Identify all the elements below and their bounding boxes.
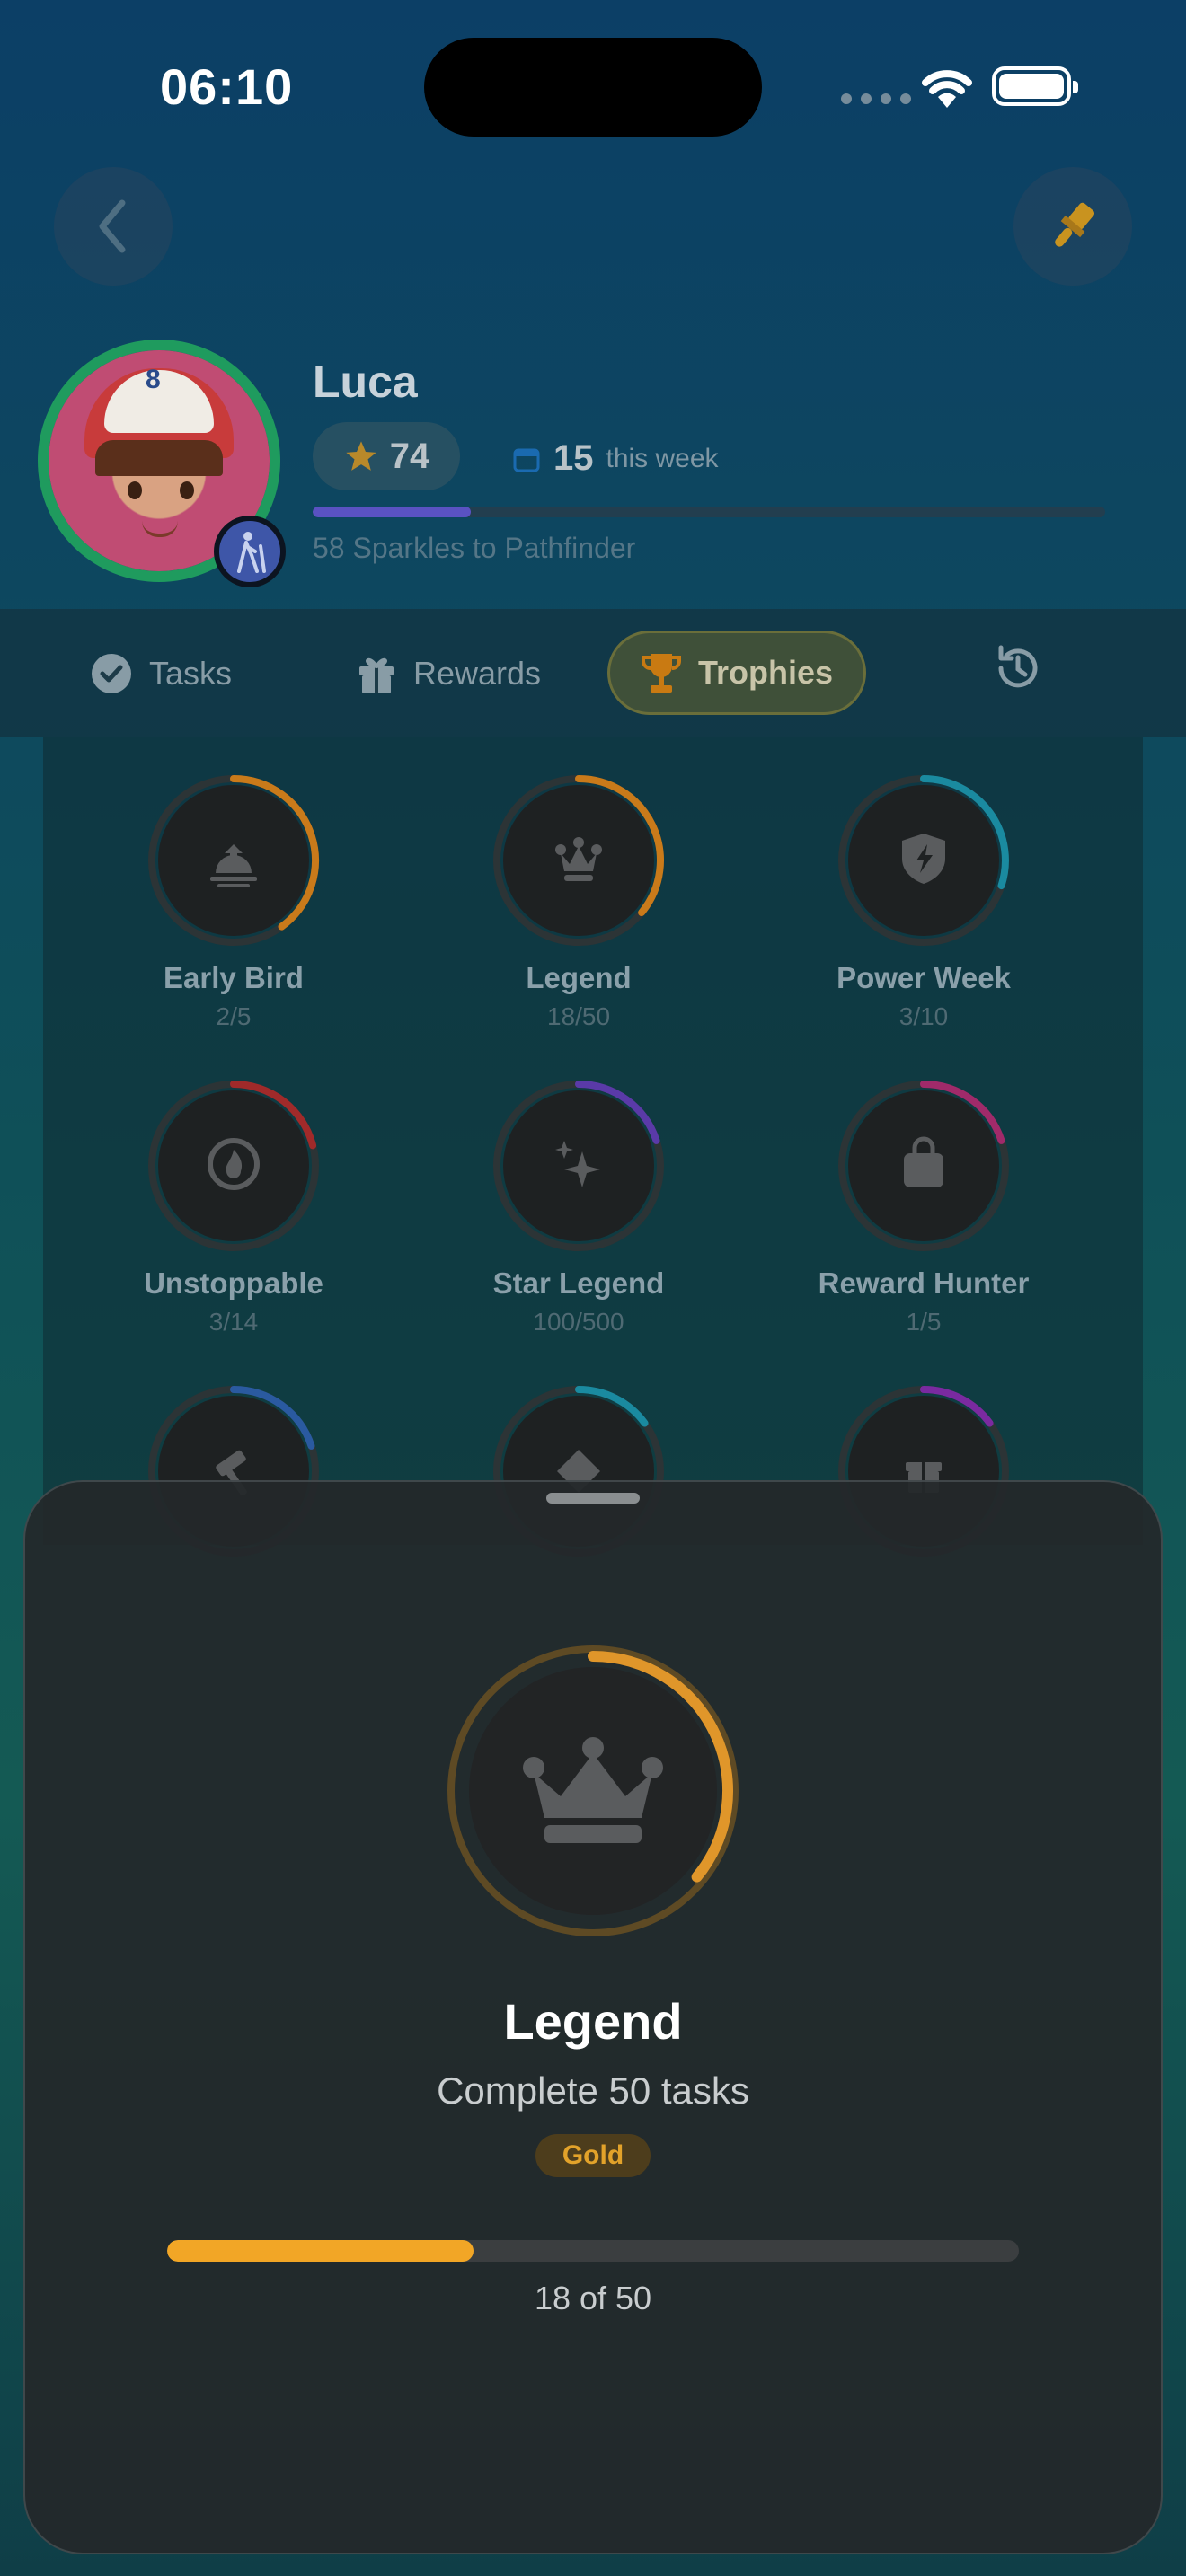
level-progress-fill xyxy=(313,507,472,517)
trophy-name: Star Legend xyxy=(492,1266,665,1300)
check-circle-icon xyxy=(92,654,131,693)
stars-badge: 74 xyxy=(313,422,460,490)
trophy-name: Unstoppable xyxy=(144,1266,323,1300)
trophy-progress-text: 18/50 xyxy=(546,1002,611,1030)
history-icon xyxy=(998,645,1038,688)
trophy-detail-count: 18 of 50 xyxy=(534,2280,652,2316)
trophy-item[interactable]: Reward Hunter 1/5 xyxy=(751,1078,1096,1337)
trophy-detail-progress-bar xyxy=(167,2240,1019,2262)
tab-label: Rewards xyxy=(413,655,542,692)
back-button[interactable] xyxy=(54,167,173,286)
gift-icon xyxy=(359,657,394,693)
trophy-name: Legend xyxy=(526,961,632,994)
trophy-item[interactable]: Power Week 3/10 xyxy=(751,772,1096,1031)
level-progress-text: 58 Sparkles to Pathfinder xyxy=(313,532,636,564)
paintbrush-icon xyxy=(1055,202,1095,247)
tab-trophies[interactable]: Trophies xyxy=(607,631,866,715)
weekly-count: 15 this week xyxy=(512,438,719,479)
chevron-left-icon xyxy=(99,199,126,253)
trophy-item[interactable]: Legend 18/50 xyxy=(406,772,751,1031)
tab-label: Tasks xyxy=(149,655,233,692)
trophy-progress-text: 3/10 xyxy=(898,1002,949,1030)
trophy-item[interactable]: Star Legend 100/500 xyxy=(406,1078,751,1337)
week-count: 15 xyxy=(553,438,594,478)
trophy-progress-text: 2/5 xyxy=(216,1002,252,1030)
star-icon xyxy=(346,441,376,471)
theme-button[interactable] xyxy=(1013,167,1132,286)
trophy-detail-description: Complete 50 tasks xyxy=(437,2069,749,2112)
level-progress-bar xyxy=(313,507,1105,517)
trophy-item[interactable]: Unstoppable 3/14 xyxy=(61,1078,406,1337)
trophy-name: Power Week xyxy=(836,961,1011,994)
trophy-name: Early Bird xyxy=(164,961,304,994)
trophy-progress-text: 100/500 xyxy=(533,1308,624,1336)
calendar-icon xyxy=(513,448,540,472)
tab-label: Trophies xyxy=(697,654,834,691)
trophy-name: Reward Hunter xyxy=(818,1266,1030,1300)
status-time: 06:10 xyxy=(160,58,294,115)
trophy-progress-text: 1/5 xyxy=(906,1308,942,1336)
sheet-drag-handle[interactable] xyxy=(546,1493,640,1504)
profile-name: Luca xyxy=(313,357,418,407)
tab-history[interactable] xyxy=(992,643,1044,693)
trophy-icon xyxy=(641,654,681,693)
cellular-signal-icon xyxy=(841,93,911,104)
tab-bar: Tasks Rewards Trophies xyxy=(0,609,1186,737)
week-label: this week xyxy=(606,443,719,473)
trophy-grid: Early Bird 2/5 Legend 18/50 Power Week 3/10 Un… xyxy=(43,737,1143,1557)
tab-tasks[interactable]: Tasks xyxy=(90,648,232,699)
trophy-progress-text: 3/14 xyxy=(208,1308,259,1336)
trophy-detail-badge xyxy=(444,1642,742,1945)
trophy-tier-badge: Gold xyxy=(535,2134,651,2177)
hiker-level-badge-icon xyxy=(214,516,286,587)
trophy-detail-progress-fill xyxy=(167,2240,474,2262)
trophy-detail-name: Legend xyxy=(503,1993,683,2050)
dynamic-island xyxy=(424,38,762,137)
battery-icon xyxy=(992,66,1078,106)
wifi-icon xyxy=(918,63,976,114)
tab-rewards[interactable]: Rewards xyxy=(356,648,541,699)
stars-count: 74 xyxy=(389,436,430,476)
trophy-item[interactable]: Early Bird 2/5 xyxy=(61,772,406,1031)
